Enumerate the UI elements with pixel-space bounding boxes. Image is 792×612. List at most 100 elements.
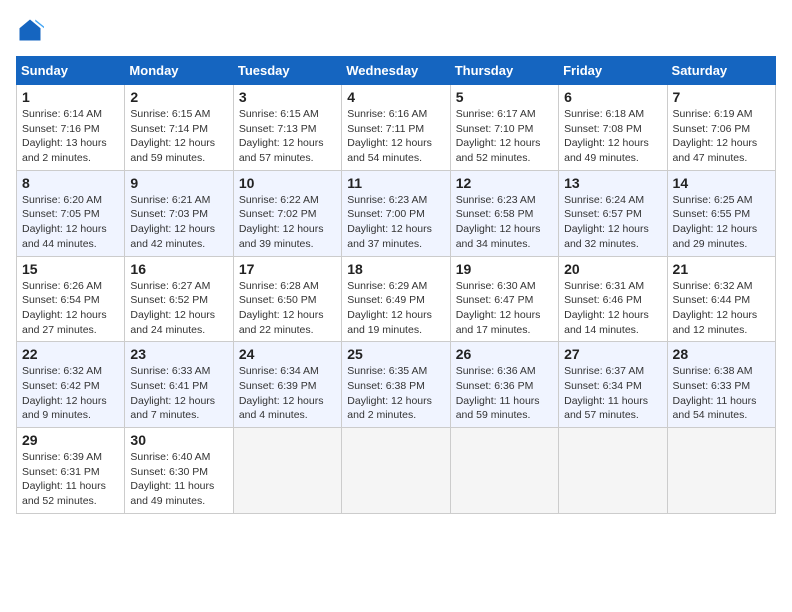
calendar-week-1: 1Sunrise: 6:14 AMSunset: 7:16 PMDaylight… bbox=[17, 85, 776, 171]
logo-icon bbox=[16, 16, 44, 44]
calendar-cell: 19 Sunrise: 6:30 AMSunset: 6:47 PMDayligh… bbox=[450, 256, 558, 342]
cell-info: Sunrise: 6:37 AMSunset: 6:34 PMDaylight:… bbox=[564, 364, 661, 423]
day-number: 4 bbox=[347, 89, 444, 105]
col-header-sunday: Sunday bbox=[17, 57, 125, 85]
calendar-cell: 24 Sunrise: 6:34 AMSunset: 6:39 PMDayligh… bbox=[233, 342, 341, 428]
calendar-cell: 5Sunrise: 6:17 AMSunset: 7:10 PMDaylight… bbox=[450, 85, 558, 171]
calendar-cell: 20Sunrise: 6:31 AMSunset: 6:46 PMDayligh… bbox=[559, 256, 667, 342]
cell-info: Sunrise: 6:39 AMSunset: 6:31 PMDaylight:… bbox=[22, 450, 119, 509]
calendar-week-2: 8 Sunrise: 6:20 AMSunset: 7:05 PMDaylight… bbox=[17, 170, 776, 256]
cell-info: Sunrise: 6:23 AMSunset: 6:58 PMDaylight:… bbox=[456, 193, 553, 252]
cell-info: Sunrise: 6:16 AMSunset: 7:11 PMDaylight:… bbox=[347, 107, 444, 166]
day-number: 14 bbox=[673, 175, 770, 191]
calendar-cell: 9 Sunrise: 6:21 AMSunset: 7:03 PMDaylight… bbox=[125, 170, 233, 256]
day-number: 17 bbox=[239, 261, 336, 277]
cell-info: Sunrise: 6:27 AMSunset: 6:52 PMDaylight:… bbox=[130, 279, 227, 338]
cell-info: Sunrise: 6:15 AMSunset: 7:14 PMDaylight:… bbox=[130, 107, 227, 166]
day-number: 23 bbox=[130, 346, 227, 362]
calendar-cell bbox=[342, 428, 450, 514]
day-number: 25 bbox=[347, 346, 444, 362]
calendar-cell: 3 Sunrise: 6:15 AMSunset: 7:13 PMDaylight… bbox=[233, 85, 341, 171]
col-header-saturday: Saturday bbox=[667, 57, 775, 85]
cell-info: Sunrise: 6:33 AMSunset: 6:41 PMDaylight:… bbox=[130, 364, 227, 423]
day-number: 18 bbox=[347, 261, 444, 277]
cell-info: Sunrise: 6:36 AMSunset: 6:36 PMDaylight:… bbox=[456, 364, 553, 423]
logo bbox=[16, 16, 48, 44]
calendar-cell: 1Sunrise: 6:14 AMSunset: 7:16 PMDaylight… bbox=[17, 85, 125, 171]
calendar-table: SundayMondayTuesdayWednesdayThursdayFrid… bbox=[16, 56, 776, 514]
cell-info: Sunrise: 6:18 AMSunset: 7:08 PMDaylight:… bbox=[564, 107, 661, 166]
calendar-cell: 15 Sunrise: 6:26 AMSunset: 6:54 PMDayligh… bbox=[17, 256, 125, 342]
calendar-cell: 23 Sunrise: 6:33 AMSunset: 6:41 PMDayligh… bbox=[125, 342, 233, 428]
day-number: 29 bbox=[22, 432, 119, 448]
cell-info: Sunrise: 6:19 AMSunset: 7:06 PMDaylight:… bbox=[673, 107, 770, 166]
cell-info: Sunrise: 6:30 AMSunset: 6:47 PMDaylight:… bbox=[456, 279, 553, 338]
cell-info: Sunrise: 6:15 AMSunset: 7:13 PMDaylight:… bbox=[239, 107, 336, 166]
calendar-cell: 10 Sunrise: 6:22 AMSunset: 7:02 PMDayligh… bbox=[233, 170, 341, 256]
day-number: 13 bbox=[564, 175, 661, 191]
day-number: 15 bbox=[22, 261, 119, 277]
col-header-tuesday: Tuesday bbox=[233, 57, 341, 85]
day-number: 10 bbox=[239, 175, 336, 191]
cell-info: Sunrise: 6:40 AMSunset: 6:30 PMDaylight:… bbox=[130, 450, 227, 509]
cell-info: Sunrise: 6:20 AMSunset: 7:05 PMDaylight:… bbox=[22, 193, 119, 252]
calendar-week-5: 29 Sunrise: 6:39 AMSunset: 6:31 PMDayligh… bbox=[17, 428, 776, 514]
day-number: 9 bbox=[130, 175, 227, 191]
calendar-week-4: 22Sunrise: 6:32 AMSunset: 6:42 PMDayligh… bbox=[17, 342, 776, 428]
page-header bbox=[16, 16, 776, 44]
col-header-wednesday: Wednesday bbox=[342, 57, 450, 85]
day-number: 27 bbox=[564, 346, 661, 362]
calendar-cell: 22Sunrise: 6:32 AMSunset: 6:42 PMDayligh… bbox=[17, 342, 125, 428]
day-number: 21 bbox=[673, 261, 770, 277]
cell-info: Sunrise: 6:23 AMSunset: 7:00 PMDaylight:… bbox=[347, 193, 444, 252]
day-number: 22 bbox=[22, 346, 119, 362]
calendar-cell: 7Sunrise: 6:19 AMSunset: 7:06 PMDaylight… bbox=[667, 85, 775, 171]
cell-info: Sunrise: 6:14 AMSunset: 7:16 PMDaylight:… bbox=[22, 107, 119, 166]
calendar-cell bbox=[450, 428, 558, 514]
calendar-cell: 4 Sunrise: 6:16 AMSunset: 7:11 PMDaylight… bbox=[342, 85, 450, 171]
cell-info: Sunrise: 6:25 AMSunset: 6:55 PMDaylight:… bbox=[673, 193, 770, 252]
calendar-cell: 12 Sunrise: 6:23 AMSunset: 6:58 PMDayligh… bbox=[450, 170, 558, 256]
day-number: 11 bbox=[347, 175, 444, 191]
calendar-cell: 27 Sunrise: 6:37 AMSunset: 6:34 PMDayligh… bbox=[559, 342, 667, 428]
calendar-cell bbox=[559, 428, 667, 514]
calendar-cell: 28 Sunrise: 6:38 AMSunset: 6:33 PMDayligh… bbox=[667, 342, 775, 428]
day-number: 28 bbox=[673, 346, 770, 362]
day-number: 12 bbox=[456, 175, 553, 191]
cell-info: Sunrise: 6:26 AMSunset: 6:54 PMDaylight:… bbox=[22, 279, 119, 338]
calendar-cell: 14 Sunrise: 6:25 AMSunset: 6:55 PMDayligh… bbox=[667, 170, 775, 256]
day-number: 2 bbox=[130, 89, 227, 105]
col-header-friday: Friday bbox=[559, 57, 667, 85]
calendar-cell bbox=[667, 428, 775, 514]
cell-info: Sunrise: 6:21 AMSunset: 7:03 PMDaylight:… bbox=[130, 193, 227, 252]
calendar-cell: 8 Sunrise: 6:20 AMSunset: 7:05 PMDaylight… bbox=[17, 170, 125, 256]
cell-info: Sunrise: 6:34 AMSunset: 6:39 PMDaylight:… bbox=[239, 364, 336, 423]
col-header-monday: Monday bbox=[125, 57, 233, 85]
calendar-cell: 13Sunrise: 6:24 AMSunset: 6:57 PMDayligh… bbox=[559, 170, 667, 256]
day-number: 8 bbox=[22, 175, 119, 191]
cell-info: Sunrise: 6:38 AMSunset: 6:33 PMDaylight:… bbox=[673, 364, 770, 423]
day-number: 24 bbox=[239, 346, 336, 362]
cell-info: Sunrise: 6:22 AMSunset: 7:02 PMDaylight:… bbox=[239, 193, 336, 252]
calendar-cell: 16 Sunrise: 6:27 AMSunset: 6:52 PMDayligh… bbox=[125, 256, 233, 342]
cell-info: Sunrise: 6:31 AMSunset: 6:46 PMDaylight:… bbox=[564, 279, 661, 338]
calendar-cell: 18 Sunrise: 6:29 AMSunset: 6:49 PMDayligh… bbox=[342, 256, 450, 342]
day-number: 16 bbox=[130, 261, 227, 277]
col-header-thursday: Thursday bbox=[450, 57, 558, 85]
calendar-cell: 6 Sunrise: 6:18 AMSunset: 7:08 PMDaylight… bbox=[559, 85, 667, 171]
day-number: 26 bbox=[456, 346, 553, 362]
cell-info: Sunrise: 6:29 AMSunset: 6:49 PMDaylight:… bbox=[347, 279, 444, 338]
day-number: 6 bbox=[564, 89, 661, 105]
calendar-cell: 17 Sunrise: 6:28 AMSunset: 6:50 PMDayligh… bbox=[233, 256, 341, 342]
calendar-cell: 11 Sunrise: 6:23 AMSunset: 7:00 PMDayligh… bbox=[342, 170, 450, 256]
calendar-cell: 26 Sunrise: 6:36 AMSunset: 6:36 PMDayligh… bbox=[450, 342, 558, 428]
cell-info: Sunrise: 6:35 AMSunset: 6:38 PMDaylight:… bbox=[347, 364, 444, 423]
calendar-cell: 25 Sunrise: 6:35 AMSunset: 6:38 PMDayligh… bbox=[342, 342, 450, 428]
day-number: 3 bbox=[239, 89, 336, 105]
calendar-cell: 30 Sunrise: 6:40 AMSunset: 6:30 PMDayligh… bbox=[125, 428, 233, 514]
cell-info: Sunrise: 6:32 AMSunset: 6:44 PMDaylight:… bbox=[673, 279, 770, 338]
cell-info: Sunrise: 6:28 AMSunset: 6:50 PMDaylight:… bbox=[239, 279, 336, 338]
calendar-cell: 2 Sunrise: 6:15 AMSunset: 7:14 PMDaylight… bbox=[125, 85, 233, 171]
day-number: 30 bbox=[130, 432, 227, 448]
day-number: 19 bbox=[456, 261, 553, 277]
